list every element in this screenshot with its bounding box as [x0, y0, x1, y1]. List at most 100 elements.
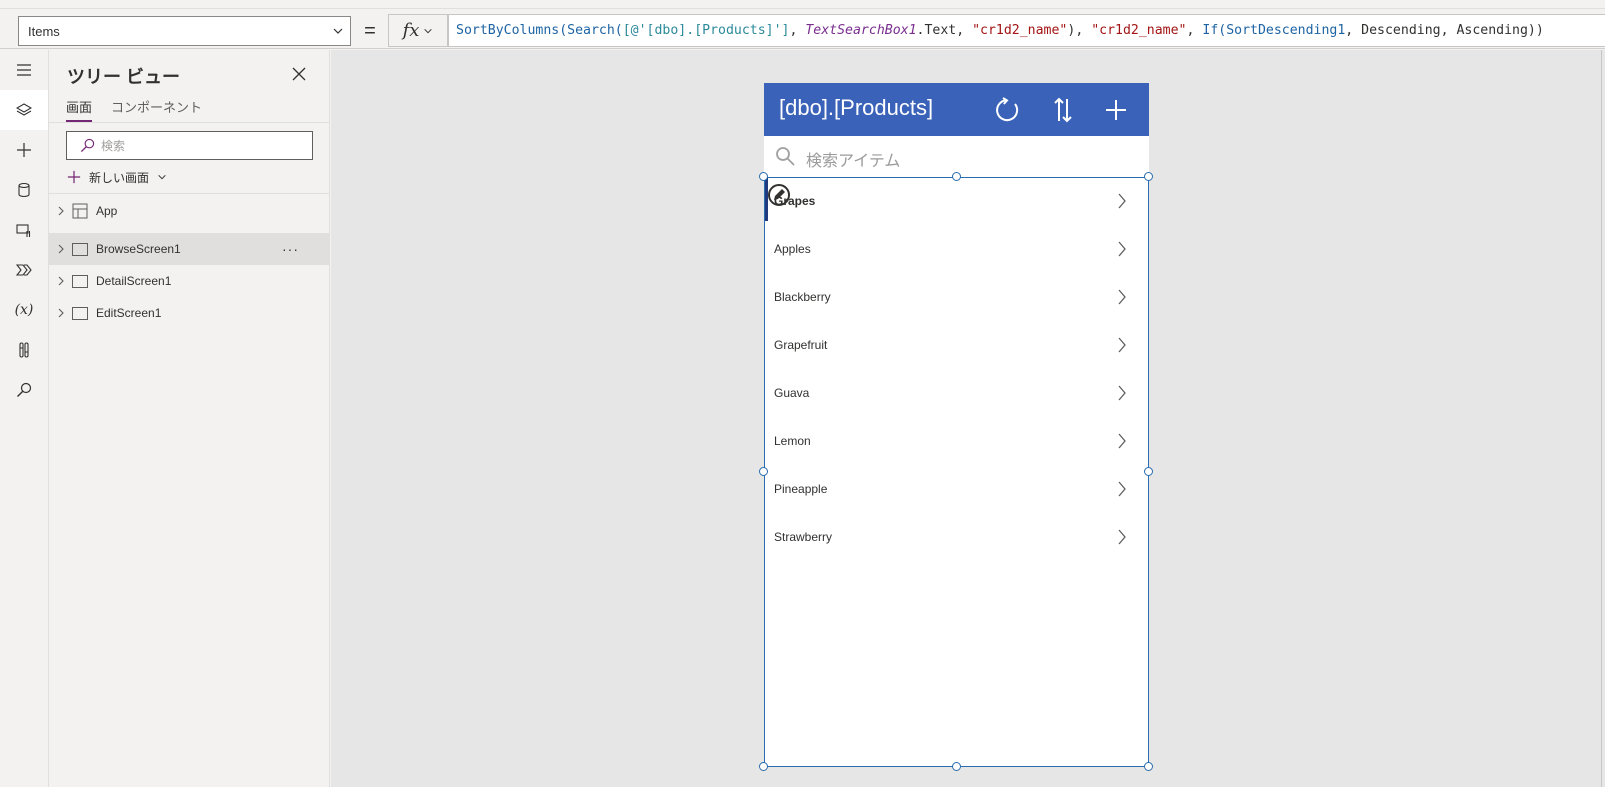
add-icon[interactable] [1101, 95, 1131, 125]
tree-node-label: BrowseScreen1 [96, 242, 181, 256]
variables-icon[interactable]: (x) [0, 290, 48, 330]
equals-sign: = [364, 20, 376, 42]
selection-indicator [765, 178, 768, 221]
resize-handle[interactable] [1144, 762, 1153, 771]
search-icon[interactable] [0, 370, 48, 410]
tab-components[interactable]: コンポーネント [111, 97, 202, 120]
formula-token: "cr1d2_name" [972, 23, 1068, 38]
formula-input[interactable]: SortByColumns(Search([@'[dbo].[Products]… [448, 14, 1605, 47]
formula-token: , Descending, Ascending)) [1345, 23, 1544, 38]
tree-node-browsescreen1[interactable]: BrowseScreen1 ··· [49, 233, 330, 265]
search-icon [776, 147, 795, 166]
add-icon[interactable] [0, 130, 48, 170]
chevron-right-icon [58, 244, 64, 254]
resize-handle[interactable] [951, 172, 961, 181]
more-options-icon[interactable]: ··· [282, 241, 299, 257]
screen-icon [72, 275, 88, 288]
resize-handle[interactable] [1144, 467, 1153, 476]
tree-node-label: App [96, 204, 118, 218]
tree-tabs: 画面 コンポーネント [49, 97, 330, 123]
database-icon[interactable] [0, 170, 48, 210]
tree-node-app[interactable]: App [49, 195, 330, 227]
resize-handle[interactable] [951, 762, 961, 771]
tools-icon[interactable] [0, 330, 48, 370]
resize-handle[interactable] [759, 762, 768, 771]
gallery-item-title: Strawberry [774, 530, 833, 544]
gallery-item[interactable]: Strawberry [765, 514, 1148, 562]
refresh-icon[interactable] [993, 95, 1023, 125]
gallery-item[interactable]: Grapes [765, 178, 1148, 226]
formula-bar: Items = fx SortByColumns(Search([@'[dbo]… [0, 9, 1605, 49]
layers-icon[interactable] [0, 90, 48, 130]
app-search-box[interactable]: 検索アイテム [764, 136, 1149, 177]
app-title: [dbo].[Products] [779, 95, 934, 120]
screen-icon [72, 243, 88, 256]
chevron-right-icon [58, 206, 64, 216]
gallery-item[interactable]: Grapefruit [765, 322, 1148, 370]
gallery-item-title: Pineapple [774, 482, 828, 496]
gallery-item-title: Apples [774, 242, 811, 256]
formula-token: Search( [567, 23, 623, 38]
menu-icon[interactable] [0, 50, 48, 90]
chevron-right-icon [58, 276, 64, 286]
formula-token: SortByColumns( [456, 23, 568, 38]
search-placeholder: 検索 [101, 139, 126, 153]
resize-handle[interactable] [1144, 172, 1153, 181]
chevron-down-icon [424, 28, 433, 33]
formula-token: SortDescending1 [1226, 23, 1346, 38]
gallery-item-title: Guava [774, 386, 810, 400]
tree-node-label: DetailScreen1 [96, 274, 172, 288]
left-rail: (x) [0, 50, 49, 787]
gallery-item-title: Lemon [774, 434, 811, 448]
search-icon [80, 138, 95, 153]
tree-view-title: ツリー ビュー [67, 67, 181, 87]
formula-token: "cr1d2_name" [1091, 23, 1187, 38]
formula-token: , [789, 23, 806, 38]
screen-icon [72, 307, 88, 320]
gallery-item[interactable]: Apples [765, 226, 1148, 274]
resize-handle[interactable] [759, 172, 768, 181]
tree-node-label: EditScreen1 [96, 306, 162, 320]
close-icon[interactable] [291, 66, 307, 82]
fx-icon: fx [402, 20, 420, 41]
tree-node-detailscreen1[interactable]: DetailScreen1 [49, 265, 330, 297]
tree-node-editscreen1[interactable]: EditScreen1 [49, 297, 330, 329]
gallery-item[interactable]: Pineapple [765, 466, 1148, 514]
tab-screens[interactable]: 画面 [66, 97, 93, 122]
chevron-down-icon [158, 174, 166, 180]
power-automate-icon[interactable] [0, 250, 48, 290]
app-icon [72, 203, 88, 219]
app-screen-browse[interactable]: [dbo].[Products] 検索アイテム Grapes Apples Blac… [764, 83, 1149, 767]
chevron-right-icon [58, 308, 64, 318]
app-title-bar: [dbo].[Products] [764, 83, 1149, 136]
formula-token: TextSearchBox1 [805, 23, 917, 38]
resize-handle[interactable] [759, 467, 768, 476]
new-screen-label: 新しい画面 [89, 170, 150, 185]
fx-button[interactable]: fx [388, 14, 448, 47]
tree-view-panel: ツリー ビュー 画面 コンポーネント 検索 新しい画面 App BrowseSc… [49, 50, 330, 787]
formula-token: If( [1202, 23, 1227, 38]
search-placeholder: 検索アイテム [806, 153, 901, 170]
formula-token: .Text, [916, 23, 973, 38]
gallery-item[interactable]: Guava [765, 370, 1148, 418]
formula-token: , [1186, 23, 1203, 38]
gallery-item[interactable]: Lemon [765, 418, 1148, 466]
formula-token: ), [1067, 23, 1092, 38]
add-icon [67, 170, 81, 184]
property-dropdown[interactable]: Items [18, 16, 351, 46]
gallery-item-title: Grapes [774, 194, 816, 208]
tree-search-input[interactable]: 検索 [66, 131, 313, 160]
gallery-item-title: Grapefruit [774, 338, 828, 352]
chevron-down-icon [333, 28, 343, 34]
formula-token: [@'[dbo].[Products]'] [622, 23, 790, 38]
canvas-edge [1601, 50, 1605, 787]
divider [49, 193, 330, 194]
media-icon[interactable] [0, 210, 48, 250]
gallery-item[interactable]: Blackberry [765, 274, 1148, 322]
browse-gallery[interactable]: Grapes Apples Blackberry Grapefruit Guava Lem… [764, 177, 1149, 767]
new-screen-button[interactable]: 新しい画面 [67, 167, 167, 187]
gallery-item-title: Blackberry [774, 290, 831, 304]
sort-icon[interactable] [1048, 95, 1078, 125]
top-strip [0, 0, 1605, 9]
property-value: Items [28, 23, 60, 39]
